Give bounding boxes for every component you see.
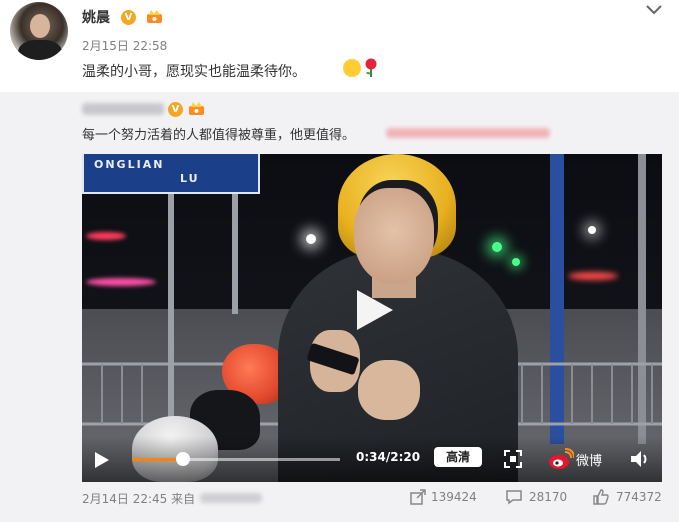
post-timestamp[interactable]: 2月15日 22:58 xyxy=(82,37,167,54)
play-pause-icon[interactable] xyxy=(94,451,110,469)
traffic-light xyxy=(512,258,520,266)
like-icon[interactable] xyxy=(593,489,609,505)
author-avatar[interactable] xyxy=(10,2,68,60)
hand xyxy=(358,360,420,420)
hug-emoji-icon xyxy=(343,59,361,77)
weibo-logo-icon xyxy=(549,448,574,469)
repost-link-blurred[interactable] xyxy=(386,128,550,138)
rose-emoji-icon xyxy=(365,58,377,77)
like-count[interactable]: 774372 xyxy=(616,490,662,504)
sign-pole xyxy=(232,184,238,314)
reposted-author-name-blurred[interactable] xyxy=(82,103,164,115)
road-sign-text: LU xyxy=(180,172,200,185)
traffic-light xyxy=(492,242,502,252)
vip-crown-icon xyxy=(147,10,162,23)
neon-light xyxy=(86,278,156,286)
weibo-post: 姚晨 V 2月15日 22:58 温柔的小哥，愿现实也能温柔待你。 xyxy=(0,0,679,92)
neon-light xyxy=(568,272,618,280)
chevron-down-icon[interactable] xyxy=(645,4,663,16)
post-text: 温柔的小哥，愿现实也能温柔待你。 xyxy=(82,64,306,80)
quality-button[interactable]: 高清 xyxy=(434,447,482,467)
repost-timestamp[interactable]: 2月14日 22:45 来自 xyxy=(82,490,195,507)
play-icon[interactable] xyxy=(349,286,397,334)
comment-icon[interactable] xyxy=(506,489,522,505)
progress-handle[interactable] xyxy=(176,452,190,466)
verified-v-icon: V xyxy=(121,10,136,25)
verified-v-icon: V xyxy=(168,102,183,117)
volume-icon[interactable] xyxy=(630,450,650,468)
weibo-brand-text: 微博 xyxy=(576,454,603,469)
neon-light xyxy=(86,232,126,240)
share-count[interactable]: 139424 xyxy=(431,490,477,504)
video-controls: 0:34/2:20 高清 微博 xyxy=(82,436,662,482)
video-player[interactable]: ONGLIAN LU 0:34/2:20 高清 微博 xyxy=(82,154,662,482)
video-time: 0:34/2:20 xyxy=(356,450,421,464)
road-sign: ONGLIAN LU xyxy=(82,154,260,194)
street-light xyxy=(306,234,316,244)
vip-crown-icon xyxy=(189,102,204,115)
source-blurred[interactable] xyxy=(200,493,262,503)
author-name[interactable]: 姚晨 xyxy=(82,7,110,27)
fullscreen-icon[interactable] xyxy=(504,450,522,468)
road-sign-text: ONGLIAN xyxy=(94,158,165,171)
person-face xyxy=(354,188,434,284)
repost-card: V 每一个努力活着的人都值得被尊重，他更值得。 ONGLIAN LU 0:34/… xyxy=(0,92,679,522)
comment-count[interactable]: 28170 xyxy=(529,490,567,504)
street-light xyxy=(588,226,596,234)
share-icon[interactable] xyxy=(410,489,426,505)
repost-text: 每一个努力活着的人都值得被尊重，他更值得。 xyxy=(82,128,356,143)
